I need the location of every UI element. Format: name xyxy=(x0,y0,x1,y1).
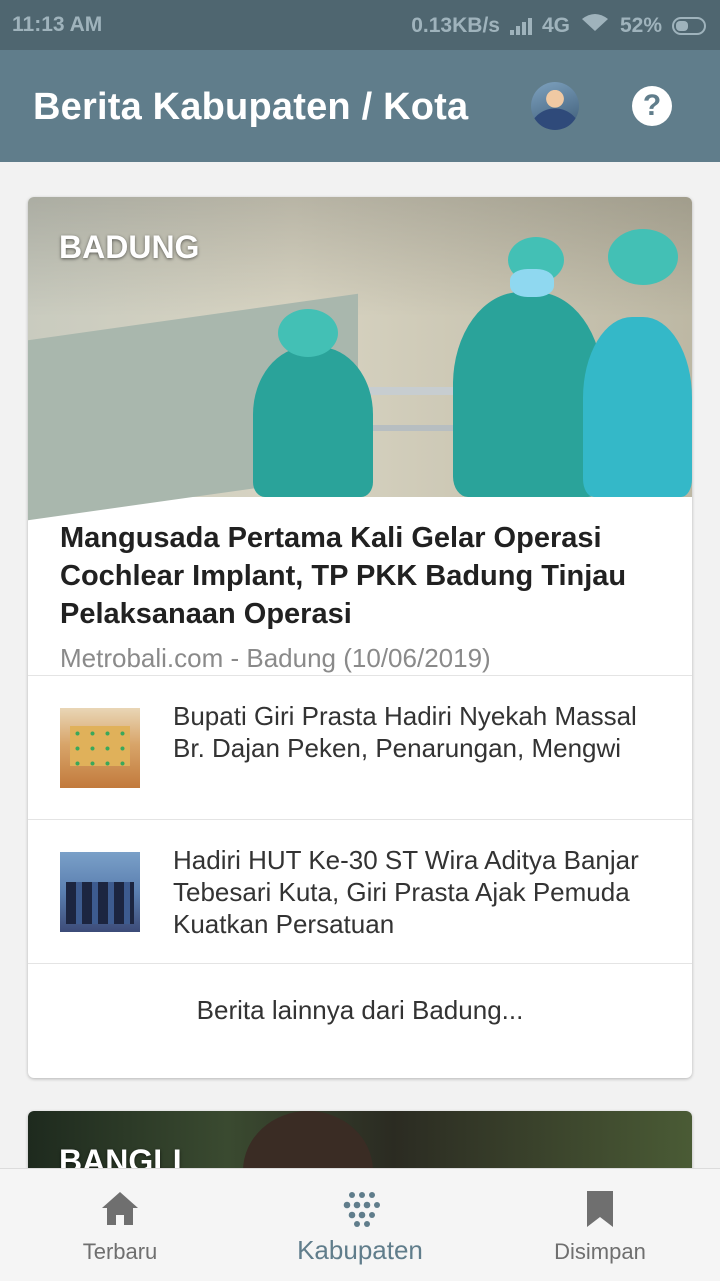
network-type: 4G xyxy=(541,14,570,37)
article-meta: Metrobali.com - Badung (10/06/2019) xyxy=(60,643,491,673)
hero-figure xyxy=(583,317,692,497)
list-item[interactable]: Bupati Giri Prasta Hadiri Nyekah Massal … xyxy=(28,676,692,820)
main-article[interactable]: Mangusada Pertama Kali Gelar Operasi Coc… xyxy=(28,497,692,676)
bookmark-icon xyxy=(580,1189,620,1229)
status-bar: 11:13 AM 0.13KB/s 4G 52% xyxy=(0,0,720,50)
hero-figure xyxy=(453,292,603,497)
bottom-navigation: Terbaru Kabupaten Disimpan xyxy=(0,1168,720,1281)
hero-image[interactable]: BADUNG xyxy=(28,197,692,521)
battery-icon xyxy=(672,17,706,35)
status-time: 11:13 AM xyxy=(12,13,103,36)
network-speed: 0.13KB/s xyxy=(411,14,500,37)
nav-label: Disimpan xyxy=(554,1239,646,1264)
news-thumbnail xyxy=(60,852,140,932)
user-avatar[interactable] xyxy=(531,82,579,130)
more-news-link[interactable]: Berita lainnya dari Badung... xyxy=(28,964,692,1056)
app-bar: Berita Kabupaten / Kota ? xyxy=(0,50,720,162)
grid-icon xyxy=(340,1189,380,1229)
wifi-icon xyxy=(580,13,610,39)
status-indicators: 0.13KB/s 4G 52% xyxy=(411,13,706,39)
hero-figure xyxy=(510,269,554,297)
battery-level: 52% xyxy=(619,14,662,37)
nav-label: Terbaru xyxy=(82,1239,158,1264)
news-title: Bupati Giri Prasta Hadiri Nyekah Massal … xyxy=(173,701,637,763)
news-thumbnail xyxy=(60,708,140,788)
news-title: Hadiri HUT Ke-30 ST Wira Aditya Banjar T… xyxy=(173,845,639,939)
hero-figure xyxy=(608,229,678,285)
hero-figure xyxy=(253,347,373,497)
home-icon xyxy=(100,1189,140,1229)
nav-disimpan[interactable]: Disimpan xyxy=(480,1169,720,1281)
signal-icon xyxy=(509,17,532,35)
region-label: BADUNG xyxy=(59,229,200,265)
nav-label: Kabupaten xyxy=(297,1235,423,1265)
nav-kabupaten[interactable]: Kabupaten xyxy=(240,1169,480,1281)
hero-figure xyxy=(278,309,338,357)
help-icon[interactable]: ? xyxy=(632,86,672,126)
page-title: Berita Kabupaten / Kota xyxy=(33,86,469,128)
region-card-badung: BADUNG Mangusada Pertama Kali Gelar Oper… xyxy=(28,197,692,1078)
nav-terbaru[interactable]: Terbaru xyxy=(0,1169,240,1281)
article-title: Mangusada Pertama Kali Gelar Operasi Coc… xyxy=(60,522,627,630)
list-item[interactable]: Hadiri HUT Ke-30 ST Wira Aditya Banjar T… xyxy=(28,820,692,964)
